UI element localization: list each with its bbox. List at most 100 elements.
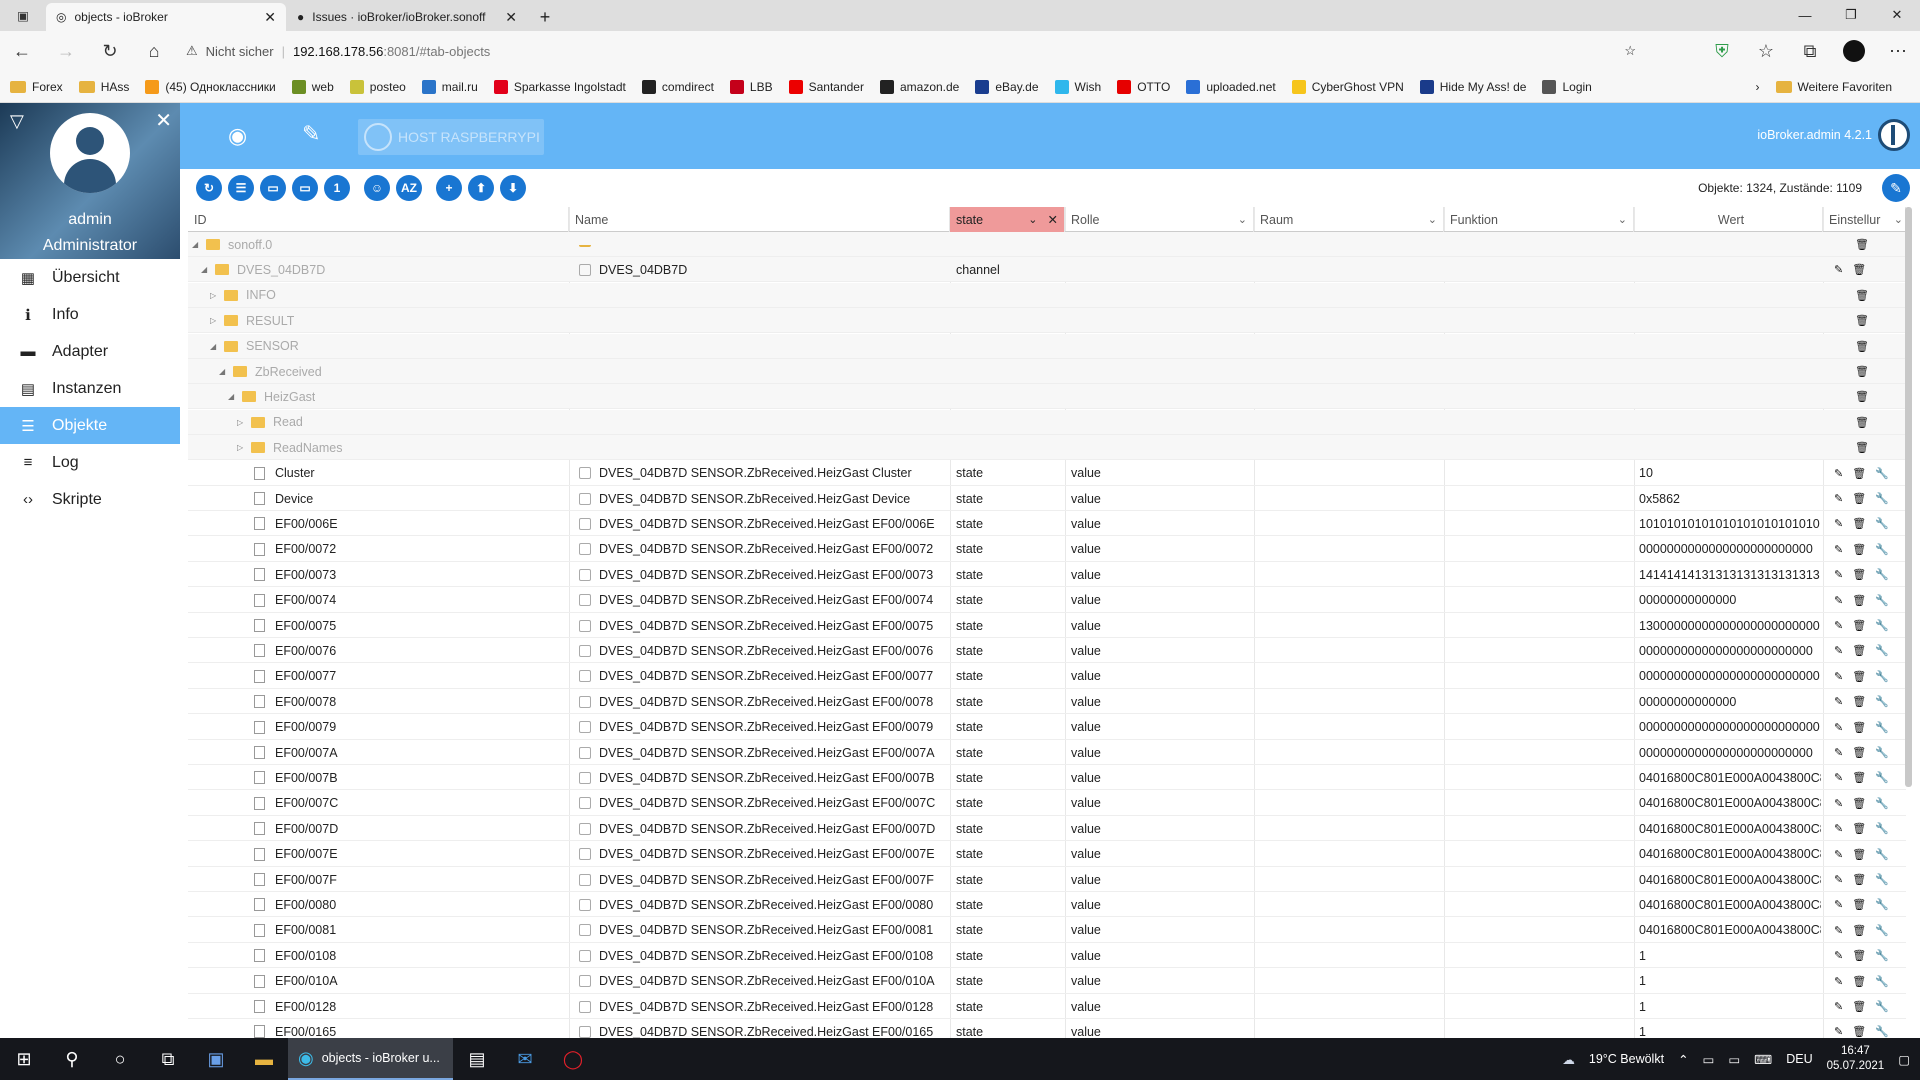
home-icon[interactable]: ⌂ — [132, 31, 176, 71]
edit-icon[interactable]: ✎ — [1834, 924, 1843, 937]
wrench-icon[interactable]: ✎ — [302, 121, 320, 147]
table-row[interactable]: EF00/0076 DVES_04DB7D SENSOR.ZbReceived.H… — [188, 638, 1906, 664]
edit-icon[interactable]: ✎ — [1834, 543, 1843, 556]
row-value[interactable]: 04016800C801E000A0043800C8 — [1639, 842, 1821, 867]
delete-icon[interactable]: 🗑 — [1855, 340, 1869, 353]
collapse-icon[interactable]: ◢ — [192, 240, 202, 249]
row-name[interactable]: DVES_04DB7D SENSOR.ZbReceived.HeizGast E… — [579, 562, 947, 587]
wrench-icon[interactable]: 🔧 — [1875, 517, 1889, 530]
bookmark-5[interactable]: posteo — [349, 79, 406, 94]
row-name[interactable]: DVES_04DB7D SENSOR.ZbReceived.HeizGast E… — [579, 892, 947, 917]
table-row[interactable]: ◢ SENSOR 🗑 — [188, 333, 1906, 359]
row-name[interactable]: DVES_04DB7D SENSOR.ZbReceived.HeizGast E… — [579, 588, 947, 613]
table-row[interactable]: EF00/0074 DVES_04DB7D SENSOR.ZbReceived.H… — [188, 588, 1906, 613]
upload-button[interactable]: ⬆ — [468, 175, 494, 201]
delete-icon[interactable]: 🗑 — [1855, 289, 1869, 302]
expand-icon[interactable]: ▷ — [237, 418, 247, 427]
delete-icon[interactable]: 🗑 — [1852, 467, 1866, 480]
row-name[interactable]: DVES_04DB7D SENSOR.ZbReceived.HeizGast E… — [579, 867, 947, 892]
column-value[interactable]: Wert — [1634, 207, 1823, 232]
bookmark-18[interactable]: Login — [1542, 79, 1592, 94]
table-row[interactable]: EF00/0108 DVES_04DB7D SENSOR.ZbReceived.H… — [188, 943, 1906, 969]
table-row[interactable]: EF00/007A DVES_04DB7D SENSOR.ZbReceived.H… — [188, 740, 1906, 765]
row-role[interactable]: value — [1071, 918, 1101, 943]
sidebar-item-skripte[interactable]: ‹› Skripte — [0, 481, 180, 518]
language-indicator[interactable]: DEU — [1786, 1052, 1812, 1066]
row-name[interactable]: DVES_04DB7D SENSOR.ZbReceived.HeizGast E… — [579, 715, 947, 740]
edit-icon[interactable]: ✎ — [1834, 898, 1843, 911]
table-row[interactable]: ▷ Read 🗑 — [188, 409, 1906, 435]
row-name[interactable]: DVES_04DB7D SENSOR.ZbReceived.HeizGast E… — [579, 969, 947, 994]
row-role[interactable]: value — [1071, 740, 1101, 765]
wrench-icon[interactable]: 🔧 — [1875, 848, 1889, 861]
row-value[interactable]: 00000000000000 — [1639, 588, 1821, 613]
row-name[interactable]: DVES_04DB7D SENSOR.ZbReceived.HeizGast E… — [579, 918, 947, 943]
browser-tab-objects[interactable]: ◎ objects - ioBroker ✕ — [46, 3, 286, 31]
bookmark-16[interactable]: CyberGhost VPN — [1291, 79, 1404, 94]
bookmark-17[interactable]: Hide My Ass! de — [1419, 79, 1526, 94]
table-row[interactable]: EF00/0165 DVES_04DB7D SENSOR.ZbReceived.H… — [188, 1019, 1906, 1038]
bookmark-13[interactable]: Wish — [1054, 79, 1101, 94]
row-value[interactable]: 0000000000000000000000000 — [1639, 537, 1821, 562]
other-favorites[interactable]: Weitere Favoriten — [1775, 80, 1892, 94]
clear-filter-icon[interactable]: ✕ — [1048, 212, 1058, 227]
delete-icon[interactable]: 🗑 — [1852, 492, 1866, 505]
row-role[interactable]: value — [1071, 537, 1101, 562]
row-role[interactable]: value — [1071, 638, 1101, 663]
row-role[interactable]: value — [1071, 816, 1101, 841]
table-row[interactable]: ◢ ZbReceived 🗑 — [188, 359, 1906, 384]
weather-text[interactable]: 19°C Bewölkt — [1589, 1052, 1664, 1066]
notifications-icon[interactable]: ▢ — [1898, 1052, 1910, 1067]
room-filter-select[interactable]: Raum ⌄ — [1254, 207, 1444, 232]
delete-icon[interactable]: 🗑 — [1852, 822, 1866, 835]
browser-tab-issues[interactable]: ● Issues · ioBroker/ioBroker.sonoff ✕ — [287, 3, 527, 31]
row-role[interactable]: value — [1071, 486, 1101, 511]
row-name[interactable]: DVES_04DB7D SENSOR.ZbReceived.HeizGast E… — [579, 689, 947, 714]
row-value[interactable]: 0x5862 — [1639, 486, 1821, 511]
bookmark-1[interactable]: Forex — [10, 80, 63, 94]
sort-az-button[interactable]: AZ — [396, 175, 422, 201]
table-row[interactable]: ◢ HeizGast 🗑 — [188, 384, 1906, 410]
expand-icon[interactable]: ▷ — [210, 316, 220, 325]
delete-icon[interactable]: 🗑 — [1852, 848, 1866, 861]
close-window-icon[interactable]: ✕ — [1874, 0, 1920, 30]
edit-icon[interactable]: ✎ — [1834, 568, 1843, 581]
settings-wrench-button[interactable]: ✎ — [1882, 174, 1910, 202]
row-value[interactable]: 04016800C801E000A0043800C8 — [1639, 867, 1821, 892]
row-role[interactable]: value — [1071, 511, 1101, 536]
table-row[interactable]: EF00/0075 DVES_04DB7D SENSOR.ZbReceived.H… — [188, 613, 1906, 638]
expand-level-button[interactable]: 1 — [324, 175, 350, 201]
bookmark-9[interactable]: LBB — [729, 79, 773, 94]
row-role[interactable]: value — [1071, 664, 1101, 689]
edit-icon[interactable]: ✎ — [1834, 263, 1843, 276]
row-role[interactable]: value — [1071, 461, 1101, 486]
edit-icon[interactable]: ✎ — [1834, 695, 1843, 708]
bookmark-4[interactable]: web — [291, 79, 334, 94]
collections-icon[interactable]: ⧉ — [1788, 31, 1832, 71]
collapse-icon[interactable]: ◢ — [219, 367, 229, 376]
row-role[interactable]: value — [1071, 842, 1101, 867]
delete-icon[interactable]: 🗑 — [1852, 1025, 1866, 1038]
row-value[interactable]: 04016800C801E000A0043800C8 — [1639, 892, 1821, 917]
delete-icon[interactable]: 🗑 — [1852, 695, 1866, 708]
row-value[interactable]: 10101010101010101010101010 — [1639, 511, 1821, 536]
edit-icon[interactable]: ✎ — [1834, 746, 1843, 759]
row-value[interactable]: 04016800C801E000A0043800C8 — [1639, 765, 1821, 790]
table-row[interactable]: EF00/0072 DVES_04DB7D SENSOR.ZbReceived.H… — [188, 537, 1906, 562]
close-tab-icon[interactable]: ✕ — [505, 9, 517, 26]
row-role[interactable]: value — [1071, 969, 1101, 994]
row-role[interactable]: value — [1071, 613, 1101, 638]
delete-icon[interactable]: 🗑 — [1852, 1000, 1866, 1013]
table-row[interactable]: EF00/0077 DVES_04DB7D SENSOR.ZbReceived.H… — [188, 664, 1906, 689]
delete-icon[interactable]: 🗑 — [1852, 797, 1866, 810]
edit-icon[interactable]: ✎ — [1834, 1000, 1843, 1013]
table-row[interactable]: EF00/0128 DVES_04DB7D SENSOR.ZbReceived.H… — [188, 994, 1906, 1019]
profile-icon[interactable] — [1832, 31, 1876, 71]
row-value[interactable]: 0000000000000000000000000 — [1639, 638, 1821, 663]
wrench-icon[interactable]: 🔧 — [1875, 949, 1889, 962]
row-name[interactable]: DVES_04DB7D SENSOR.ZbReceived.HeizGast C… — [579, 461, 947, 486]
row-value[interactable]: 1 — [1639, 994, 1821, 1019]
row-role[interactable]: value — [1071, 943, 1101, 968]
favorites-icon[interactable]: ☆ — [1744, 31, 1788, 71]
row-value[interactable]: 00000000000000 — [1639, 689, 1821, 714]
